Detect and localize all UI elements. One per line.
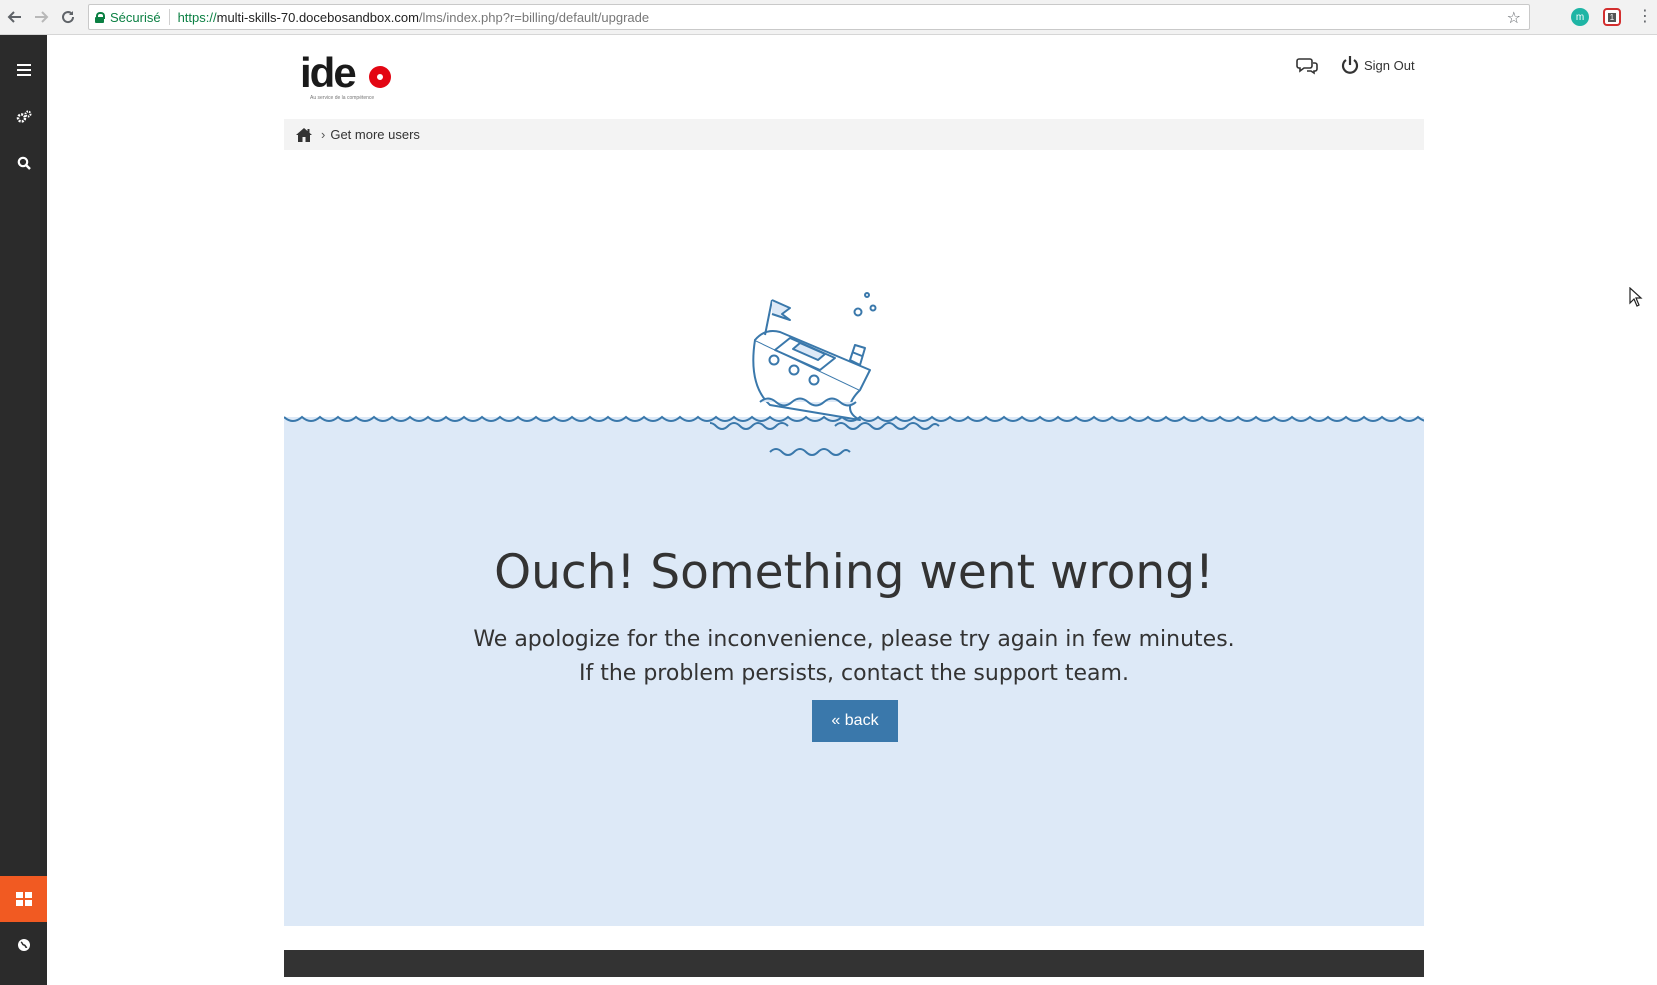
- error-message-line2: If the problem persists, contact the sup…: [579, 661, 1129, 686]
- settings-icon[interactable]: [0, 94, 47, 140]
- chat-icon[interactable]: [1296, 57, 1318, 80]
- forward-arrow-icon[interactable]: [31, 7, 51, 27]
- search-icon[interactable]: [0, 140, 47, 186]
- apps-icon[interactable]: [0, 876, 47, 922]
- back-arrow-icon[interactable]: [5, 7, 25, 27]
- menu-icon[interactable]: [0, 47, 47, 93]
- logo-dot: [369, 66, 391, 88]
- url-protocol: https://: [177, 9, 217, 25]
- globe-icon[interactable]: [0, 922, 47, 968]
- home-icon[interactable]: [295, 127, 313, 143]
- logo-tagline: Au service de la compétence: [310, 95, 375, 101]
- lock-icon: [95, 11, 105, 23]
- url-path: /lms/index.php?r=billing/default/upgrade: [418, 9, 650, 25]
- extension-badge: 1: [1607, 12, 1617, 22]
- secure-label: Sécurisé: [110, 9, 161, 25]
- reload-icon[interactable]: [58, 7, 78, 27]
- url-text[interactable]: https://multi-skills-70.docebosandbox.co…: [178, 10, 650, 25]
- back-button[interactable]: « back: [812, 700, 898, 742]
- page-header: ide Au service de la compétence Sign Out: [284, 35, 1424, 119]
- bookmark-star-icon[interactable]: ☆: [1507, 8, 1521, 28]
- logo-text: ide: [300, 49, 357, 96]
- browser-menu-icon[interactable]: ⋮: [1637, 7, 1653, 27]
- secure-indicator[interactable]: Sécurisé: [95, 9, 170, 25]
- sign-out-label: Sign Out: [1364, 57, 1415, 73]
- footer-bar: [284, 950, 1424, 977]
- breadcrumb-current: Get more users: [330, 127, 420, 142]
- mouse-cursor-icon: [1629, 287, 1643, 307]
- error-message-line1: We apologize for the inconvenience, plea…: [473, 627, 1235, 652]
- extension-shield-icon[interactable]: 1: [1603, 8, 1621, 26]
- ideo-logo[interactable]: ide Au service de la compétence: [300, 49, 391, 101]
- sinking-ship-illustration: [710, 292, 940, 456]
- address-bar[interactable]: Sécurisé https://multi-skills-70.docebos…: [88, 4, 1530, 30]
- breadcrumb-separator: ›: [321, 127, 326, 142]
- extension-m-icon[interactable]: m: [1571, 8, 1589, 26]
- error-title: Ouch! Something went wrong!: [494, 545, 1214, 600]
- extension-letter: m: [1575, 11, 1585, 23]
- sign-out-button[interactable]: Sign Out: [1340, 55, 1415, 75]
- sidebar: [0, 35, 47, 985]
- url-host: multi-skills-70.docebosandbox.com: [216, 9, 419, 25]
- browser-toolbar: Sécurisé https://multi-skills-70.docebos…: [0, 0, 1657, 35]
- breadcrumb: › Get more users: [284, 119, 1424, 150]
- power-icon: [1341, 56, 1359, 74]
- error-message: We apologize for the inconvenience, plea…: [284, 623, 1424, 691]
